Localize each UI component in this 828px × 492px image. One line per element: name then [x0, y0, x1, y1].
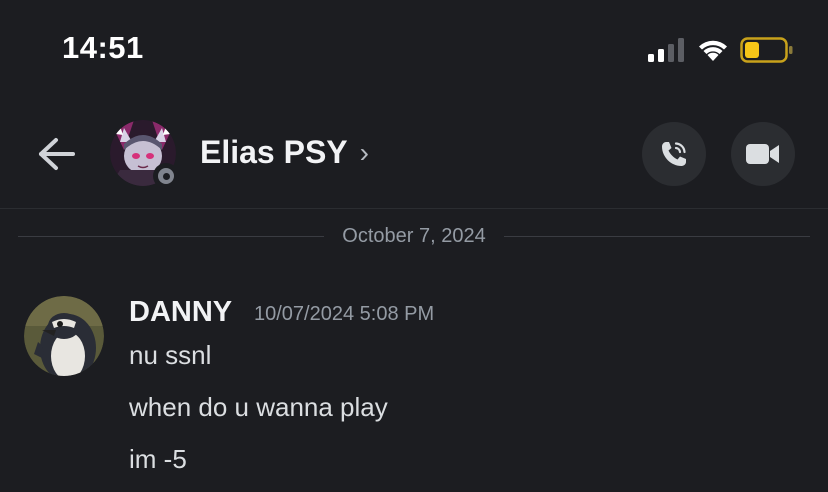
- back-button[interactable]: [32, 130, 80, 178]
- author-avatar[interactable]: [24, 296, 104, 376]
- video-call-button[interactable]: [731, 122, 795, 186]
- message-text[interactable]: nu ssnl: [129, 340, 211, 371]
- contact-name-link[interactable]: Elias PSY ›: [200, 134, 369, 171]
- date-divider: October 7, 2024: [18, 222, 810, 250]
- chat-header: Elias PSY ›: [0, 100, 828, 209]
- back-arrow-icon: [39, 138, 75, 170]
- divider-line-right: [503, 235, 810, 237]
- video-camera-icon: [746, 144, 779, 164]
- message-timestamp: 10/07/2024 5:08 PM: [254, 303, 435, 325]
- message-text[interactable]: im -5: [129, 444, 187, 475]
- message-author[interactable]: DANNY: [129, 296, 232, 329]
- wifi-icon: [699, 40, 727, 61]
- status-time: 14:51: [62, 30, 144, 65]
- chat-screen: 14:51 Elias PSY › October 7, 2024 DANNY …: [0, 0, 828, 492]
- divider-line-left: [18, 235, 325, 237]
- offline-status-icon: [153, 163, 179, 189]
- contact-avatar[interactable]: [110, 120, 179, 189]
- status-bar: 14:51: [0, 0, 828, 100]
- status-icons: [648, 36, 794, 64]
- status-dot-center: [162, 172, 170, 180]
- status-dot-ring: [158, 168, 174, 184]
- message-text[interactable]: when do u wanna play: [129, 392, 388, 423]
- contact-name: Elias PSY: [200, 134, 348, 170]
- date-divider-label: October 7, 2024: [342, 224, 486, 247]
- chevron-right-icon: ›: [359, 136, 369, 168]
- phone-call-icon: [662, 142, 686, 166]
- signal-icon: [648, 38, 684, 62]
- voice-call-button[interactable]: [642, 122, 706, 186]
- battery-icon: [740, 37, 793, 63]
